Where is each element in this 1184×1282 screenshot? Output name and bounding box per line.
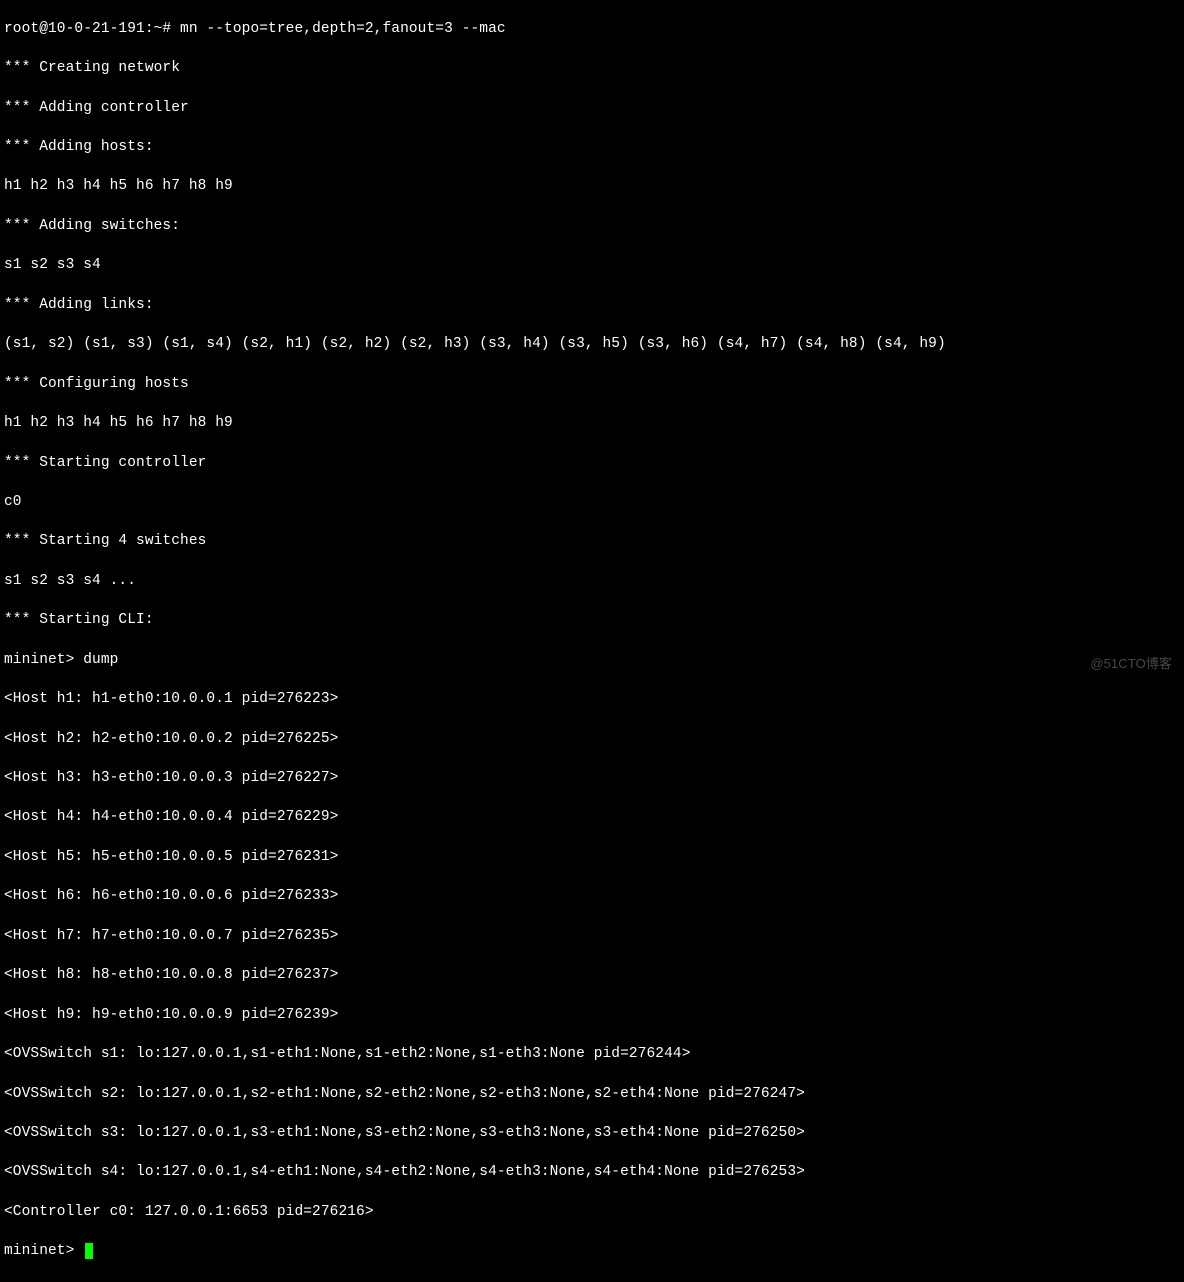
dump-line: <Host h7: h7-eth0:10.0.0.7 pid=276235> — [4, 927, 1180, 947]
output-line: c0 — [4, 493, 1180, 513]
output-line: (s1, s2) (s1, s3) (s1, s4) (s2, h1) (s2,… — [4, 335, 1180, 355]
dump-line: <Host h6: h6-eth0:10.0.0.6 pid=276233> — [4, 887, 1180, 907]
mininet-prompt-line: mininet> dump — [4, 651, 1180, 671]
output-line: *** Adding hosts: — [4, 138, 1180, 158]
dump-line: <Host h3: h3-eth0:10.0.0.3 pid=276227> — [4, 769, 1180, 789]
output-line: *** Starting CLI: — [4, 611, 1180, 631]
dump-line: <Host h9: h9-eth0:10.0.0.9 pid=276239> — [4, 1006, 1180, 1026]
terminal-output[interactable]: root@10-0-21-191:~# mn --topo=tree,depth… — [0, 0, 1184, 1282]
output-line: *** Adding links: — [4, 296, 1180, 316]
dump-line: <OVSSwitch s3: lo:127.0.0.1,s3-eth1:None… — [4, 1124, 1180, 1144]
dump-line: <Host h8: h8-eth0:10.0.0.8 pid=276237> — [4, 966, 1180, 986]
dump-line: <Host h2: h2-eth0:10.0.0.2 pid=276225> — [4, 730, 1180, 750]
output-line: *** Starting 4 switches — [4, 532, 1180, 552]
dump-line: <OVSSwitch s2: lo:127.0.0.1,s2-eth1:None… — [4, 1085, 1180, 1105]
dump-line: <Controller c0: 127.0.0.1:6653 pid=27621… — [4, 1203, 1180, 1223]
output-line: *** Starting controller — [4, 454, 1180, 474]
output-line: h1 h2 h3 h4 h5 h6 h7 h8 h9 — [4, 414, 1180, 434]
watermark-label: @51CTO博客 — [1090, 655, 1172, 673]
mininet-prompt: mininet> — [4, 1243, 74, 1259]
dump-line: <Host h4: h4-eth0:10.0.0.4 pid=276229> — [4, 808, 1180, 828]
output-line: h1 h2 h3 h4 h5 h6 h7 h8 h9 — [4, 177, 1180, 197]
dump-line: <Host h5: h5-eth0:10.0.0.5 pid=276231> — [4, 848, 1180, 868]
output-line: *** Configuring hosts — [4, 375, 1180, 395]
mininet-prompt-line[interactable]: mininet> — [4, 1242, 1180, 1262]
shell-prompt: root@10-0-21-191:~# — [4, 21, 171, 37]
dump-line: <OVSSwitch s1: lo:127.0.0.1,s1-eth1:None… — [4, 1045, 1180, 1065]
output-line: *** Adding switches: — [4, 217, 1180, 237]
mininet-command: dump — [83, 652, 118, 668]
shell-command: mn --topo=tree,depth=2,fanout=3 --mac — [180, 21, 506, 37]
output-line: *** Adding controller — [4, 99, 1180, 119]
cursor-icon — [85, 1243, 93, 1259]
dump-line: <OVSSwitch s4: lo:127.0.0.1,s4-eth1:None… — [4, 1163, 1180, 1183]
mininet-prompt: mininet> — [4, 652, 74, 668]
output-line: s1 s2 s3 s4 ... — [4, 572, 1180, 592]
dump-line: <Host h1: h1-eth0:10.0.0.1 pid=276223> — [4, 690, 1180, 710]
output-line: s1 s2 s3 s4 — [4, 256, 1180, 276]
output-line: *** Creating network — [4, 59, 1180, 79]
shell-prompt-line: root@10-0-21-191:~# mn --topo=tree,depth… — [4, 20, 1180, 40]
